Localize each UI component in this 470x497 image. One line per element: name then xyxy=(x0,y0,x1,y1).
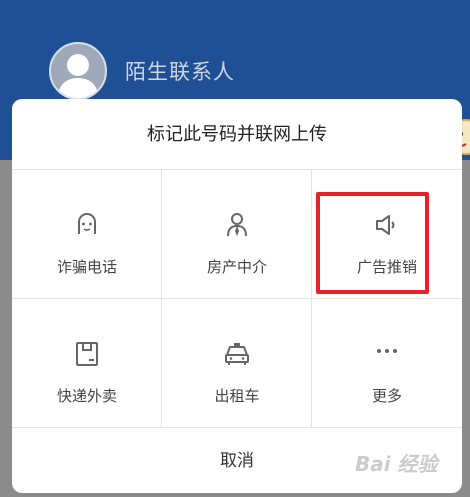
option-more[interactable]: 更多 xyxy=(312,299,462,428)
contact-name: 陌生联系人 xyxy=(125,60,235,84)
option-label: 出租车 xyxy=(214,387,260,405)
ghost-face-icon xyxy=(78,213,96,234)
watermark: Bai 经验 xyxy=(355,452,438,476)
option-taxi[interactable]: 出租车 xyxy=(162,299,312,428)
option-label: 房产中介 xyxy=(206,258,267,276)
option-label: 更多 xyxy=(371,387,402,405)
agent-person-icon xyxy=(227,213,247,237)
option-label: 诈骗电话 xyxy=(56,258,117,276)
mark-number-dialog: 标记此号码并联网上传 诈骗电话 房产中介 广告推销 快递外卖 出租车 更多 取消 xyxy=(12,99,462,493)
avatar xyxy=(49,42,107,100)
package-icon xyxy=(76,342,98,366)
option-delivery[interactable]: 快递外卖 xyxy=(12,299,162,428)
more-dots-icon xyxy=(377,349,397,353)
option-real-estate-agent[interactable]: 房产中介 xyxy=(162,170,312,299)
option-fraud-call[interactable]: 诈骗电话 xyxy=(12,170,162,299)
taxi-icon xyxy=(225,343,249,365)
option-label: 快递外卖 xyxy=(56,387,117,405)
highlight-annotation xyxy=(316,192,429,294)
dialog-title: 标记此号码并联网上传 xyxy=(147,124,327,145)
person-silhouette-icon xyxy=(57,54,99,98)
